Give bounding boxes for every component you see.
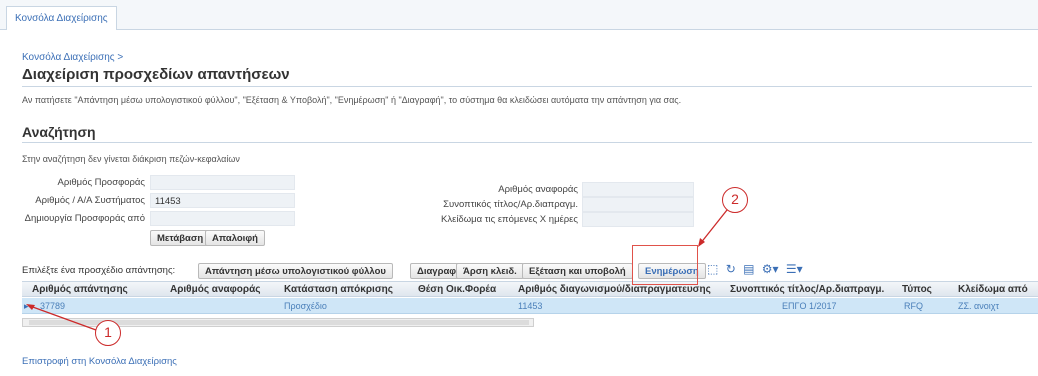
tab-management-console[interactable]: Κονσόλα Διαχείρισης (6, 6, 117, 30)
breadcrumb[interactable]: Κονσόλα Διαχείρισης > (22, 52, 123, 63)
column-header[interactable]: Αριθμός απάντησης (32, 284, 128, 295)
refresh-icon[interactable]: ↻ (726, 262, 736, 276)
label-offer-number: Αριθμός Προσφοράς (57, 177, 145, 188)
callout-2: 2 (722, 187, 748, 213)
table-toolbar: ⬚ ↻ ▤ ⚙▾ ☰▾ (707, 262, 807, 278)
top-navigation-bar: Κονσόλα Διαχείρισης (0, 0, 1038, 30)
callout-1: 1 (95, 320, 121, 346)
offer-number-field[interactable] (150, 175, 295, 190)
export-icon[interactable]: ▤ (743, 262, 754, 276)
lock-days-field[interactable] (582, 212, 694, 227)
short-title-field[interactable] (582, 197, 694, 212)
column-header[interactable]: Τύπος (902, 284, 932, 295)
instructions-text: Αν πατήσετε "Απάντηση μέσω υπολογιστικού… (22, 95, 682, 105)
table-header: Αριθμός απάντησης Αριθμός αναφοράς Κατάσ… (22, 281, 1038, 297)
column-header[interactable]: Αριθμός διαγωνισμού/διαπραγματευσης (518, 284, 711, 295)
tender-number-cell: 11453 (518, 301, 543, 311)
row-select-icon[interactable]: ▸ (24, 301, 29, 312)
detach-icon[interactable]: ⬚ (707, 262, 718, 276)
columns-icon[interactable]: ☰▾ (786, 262, 803, 276)
back-to-console-link[interactable]: Επιστροφή στη Κονσόλα Διαχείρισης (22, 356, 177, 367)
table-row[interactable]: ▸ 37789 Προσχέδιο 11453 ΕΠΓΟ 1/2017 RFQ … (22, 298, 1038, 314)
created-from-field[interactable] (150, 211, 295, 226)
label-system-number: Αριθμός / Α/Α Συστήματος (35, 195, 145, 206)
system-number-field[interactable]: 11453 (150, 193, 295, 208)
column-header[interactable]: Κατάσταση απόκρισης (284, 284, 393, 295)
page-title: Διαχείριση προσχεδίων απαντήσεων (22, 66, 290, 83)
locked-by-cell: ΖΣ. ανοιχτ (958, 301, 1000, 311)
short-title-cell: ΕΠΓΟ 1/2017 (782, 301, 837, 311)
type-cell: RFQ (904, 301, 923, 311)
response-status-cell: Προσχέδιο (284, 301, 327, 311)
divider (22, 86, 1032, 87)
label-created-from: Δημιουργία Προσφοράς από (24, 213, 145, 224)
column-header[interactable]: Κλείδωμα από (958, 284, 1028, 295)
clear-button[interactable]: Απαλοιφή (205, 230, 265, 246)
search-hint: Στην αναζήτηση δεν γίνεται διάκριση πεζώ… (22, 154, 240, 164)
divider (22, 142, 1032, 143)
reference-number-field[interactable] (582, 182, 694, 197)
label-short-title: Συνοπτικός τίτλος/Αρ.διαπραγμ. (443, 199, 578, 210)
select-draft-label: Επιλέξτε ένα προσχέδιο απάντησης: (22, 265, 176, 276)
column-header[interactable]: Θέση Οικ.Φορέα (418, 284, 496, 295)
column-header[interactable]: Συνοπτικός τίτλος/Αρ.διαπραγμ. (730, 284, 884, 295)
unlock-button[interactable]: Άρση κλειδ. (456, 263, 524, 279)
response-number-cell[interactable]: 37789 (40, 301, 65, 311)
review-submit-button[interactable]: Εξέταση και υποβολή (522, 263, 633, 279)
go-button[interactable]: Μετάβαση (150, 230, 211, 246)
label-reference-number: Αριθμός αναφοράς (498, 184, 578, 195)
update-button-highlight (632, 245, 698, 285)
column-header[interactable]: Αριθμός αναφοράς (170, 284, 260, 295)
label-lock-days: Κλείδωμα τις επόμενες Χ ημέρες (441, 214, 578, 225)
spreadsheet-response-button[interactable]: Απάντηση μέσω υπολογιστικού φύλλου (198, 263, 393, 279)
search-section-title: Αναζήτηση (22, 124, 96, 140)
settings-icon[interactable]: ⚙▾ (762, 262, 779, 276)
